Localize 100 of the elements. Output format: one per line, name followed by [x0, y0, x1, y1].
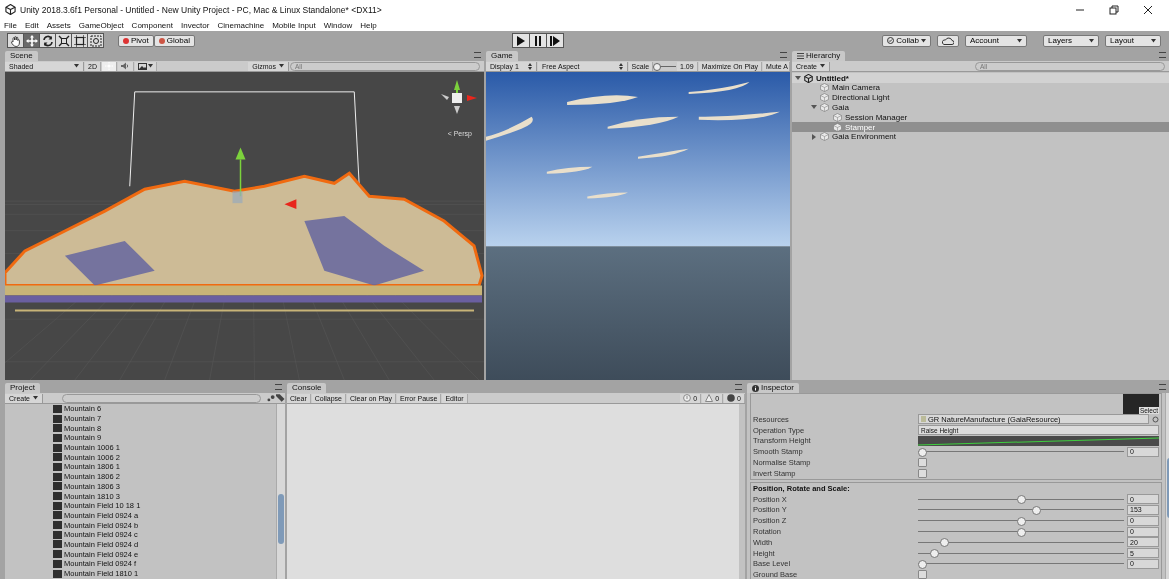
list-icon — [797, 53, 804, 59]
unity-logo-icon — [804, 73, 813, 83]
info-icon — [752, 384, 759, 392]
caret-icon — [279, 64, 284, 68]
menu-item[interactable]: Edit — [24, 20, 39, 30]
panel-menu-icon[interactable] — [1159, 52, 1166, 58]
panel-menu-icon[interactable] — [1159, 384, 1166, 390]
account-dropdown[interactable]: Account — [965, 34, 1027, 47]
gameobject-icon — [820, 93, 829, 103]
rect-tool-icon — [73, 34, 86, 47]
scale-icon — [57, 34, 70, 47]
expanded-arrow-icon[interactable] — [811, 104, 817, 111]
curve-field[interactable] — [918, 436, 1159, 446]
restore-icon[interactable] — [1109, 4, 1119, 15]
caret-icon — [1151, 38, 1156, 43]
game-tab[interactable]: Game — [486, 51, 518, 61]
slider[interactable] — [918, 559, 1124, 568]
caret-icon — [33, 396, 38, 400]
menu-item[interactable]: Assets — [46, 20, 71, 30]
up-down-caret-icon — [618, 62, 623, 70]
collapsed-arrow-icon[interactable] — [811, 133, 817, 140]
slider[interactable] — [918, 505, 1124, 514]
slider[interactable] — [918, 527, 1124, 536]
menu-item[interactable]: Invector — [180, 20, 210, 30]
project-tab[interactable]: Project — [5, 383, 40, 393]
panel-menu-icon[interactable] — [780, 52, 787, 58]
info-icon — [683, 394, 692, 402]
lighting-toggle[interactable] — [101, 61, 117, 71]
caret-icon — [74, 64, 79, 68]
tool-button[interactable] — [87, 33, 104, 48]
play-button[interactable] — [512, 33, 531, 48]
cloud-button[interactable] — [937, 34, 959, 47]
close-icon[interactable] — [1143, 4, 1153, 15]
pivot-toggle[interactable]: Global — [153, 34, 195, 47]
hierarchy-item[interactable]: Gaia Environment — [832, 132, 897, 142]
caret-icon — [147, 64, 153, 68]
pivot-toggle[interactable]: Pivot — [118, 34, 154, 47]
gameobject-icon — [820, 103, 829, 112]
gameobject-icon — [820, 83, 829, 93]
slider[interactable] — [918, 447, 1124, 456]
audio-toggle[interactable] — [117, 61, 134, 71]
play-icon — [516, 35, 527, 46]
caret-icon — [820, 64, 825, 68]
scene-name[interactable]: Untitled* — [816, 73, 849, 83]
object-picker-icon[interactable] — [1152, 415, 1159, 423]
step-icon — [550, 35, 561, 46]
console-tab[interactable]: Console — [287, 383, 327, 393]
pause-icon — [533, 35, 544, 46]
window-title: Unity 2018.3.6f1 Personal - Untitled - New Unity Project - PC, Mac & Linux Standalone* <DX11> — [20, 4, 382, 15]
sun-icon — [104, 62, 113, 70]
expanded-arrow-icon[interactable] — [795, 75, 801, 81]
checkbox[interactable] — [918, 468, 927, 478]
slider[interactable] — [918, 516, 1124, 525]
filter-icon[interactable] — [267, 394, 276, 402]
checkbox[interactable] — [918, 458, 927, 468]
hierarchy-item[interactable]: Session Manager — [845, 112, 908, 122]
hierarchy-item[interactable]: Directional Light — [832, 93, 890, 103]
caret-icon — [921, 38, 926, 43]
unity-logo-icon — [5, 4, 16, 15]
menu-item[interactable]: File — [4, 20, 17, 30]
caret-icon — [1017, 38, 1022, 43]
menu-item[interactable]: GameObject — [78, 20, 124, 30]
caret-icon — [1089, 38, 1094, 43]
scrollbar[interactable] — [276, 404, 285, 579]
menu-item[interactable]: Help — [360, 20, 377, 30]
speaker-icon — [120, 62, 130, 70]
layers-dropdown[interactable]: Layers — [1043, 34, 1099, 47]
menu-item[interactable]: Mobile Input — [272, 20, 316, 30]
cloud-icon — [942, 36, 954, 45]
step-button[interactable] — [546, 33, 565, 48]
effects-dropdown[interactable] — [134, 61, 157, 71]
hand-icon — [9, 34, 22, 47]
panel-menu-icon[interactable] — [474, 52, 481, 58]
checkbox[interactable] — [918, 570, 927, 579]
slider[interactable] — [918, 495, 1124, 504]
hierarchy-item[interactable]: Main Camera — [832, 83, 880, 93]
up-down-caret-icon — [528, 62, 533, 70]
rotate-icon — [41, 34, 54, 47]
collab-dropdown[interactable]: Collab — [882, 34, 931, 47]
check-circle-icon — [887, 37, 895, 44]
menu-item[interactable]: Cinemachine — [217, 20, 265, 30]
hierarchy-item[interactable]: Gaia — [832, 103, 849, 112]
panel-menu-icon[interactable] — [735, 384, 742, 390]
slider[interactable] — [918, 538, 1124, 547]
error-icon — [727, 394, 736, 402]
search-field[interactable] — [62, 393, 261, 403]
warning-icon — [705, 394, 714, 402]
scale-slider[interactable] — [654, 62, 677, 70]
inspector-tab[interactable]: Inspector — [747, 383, 799, 393]
layout-dropdown[interactable]: Layout — [1105, 34, 1161, 47]
tag-icon[interactable] — [276, 394, 285, 402]
pause-button[interactable] — [529, 33, 548, 48]
menu-item[interactable]: Window — [323, 20, 353, 30]
move-icon — [25, 34, 38, 47]
hierarchy-tab[interactable]: Hierarchy — [792, 51, 846, 61]
panel-menu-icon[interactable] — [275, 384, 282, 390]
scene-tab[interactable]: Scene — [5, 51, 38, 61]
transform-icon — [89, 34, 102, 47]
menu-item[interactable]: Component — [131, 20, 173, 30]
slider[interactable] — [918, 549, 1124, 558]
